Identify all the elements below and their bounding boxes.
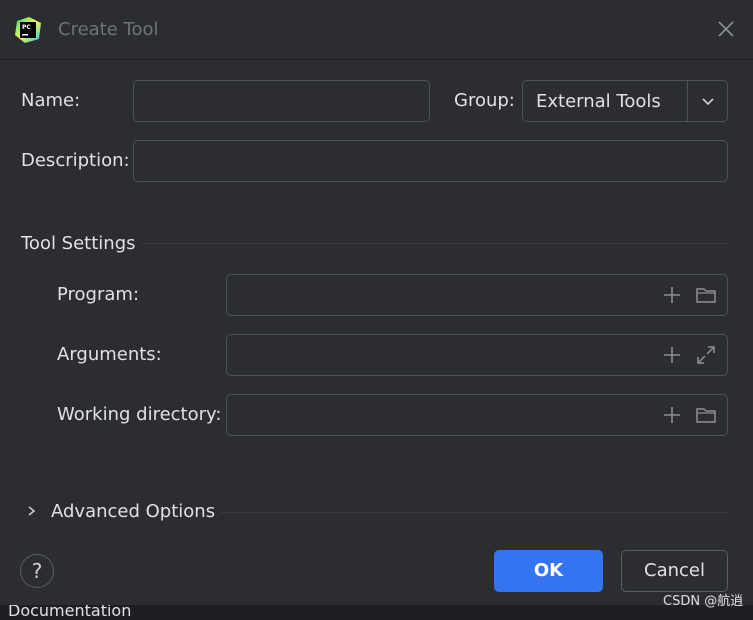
advanced-options-label: Advanced Options: [51, 501, 216, 522]
chevron-down-icon[interactable]: [699, 92, 717, 110]
advanced-divider: [221, 512, 728, 513]
working-directory-field[interactable]: [226, 394, 728, 436]
ok-button[interactable]: OK: [494, 550, 603, 592]
name-field[interactable]: [133, 80, 430, 122]
description-input[interactable]: [142, 147, 719, 175]
name-label: Name:: [21, 90, 81, 111]
arguments-label: Arguments:: [57, 344, 162, 365]
description-field[interactable]: [133, 140, 728, 182]
arguments-input[interactable]: [235, 341, 651, 369]
advanced-options-toggle[interactable]: Advanced Options: [22, 498, 222, 526]
help-button[interactable]: ?: [20, 554, 54, 588]
program-input[interactable]: [235, 281, 651, 309]
svg-text:PC: PC: [22, 24, 31, 31]
group-select[interactable]: External Tools: [522, 80, 728, 122]
dialog-titlebar: PC Create Tool: [0, 0, 753, 60]
close-icon[interactable]: [714, 17, 738, 41]
group-label: Group:: [454, 90, 515, 111]
name-input[interactable]: [142, 87, 421, 115]
description-label: Description:: [21, 150, 130, 171]
plus-icon[interactable]: [661, 404, 683, 426]
chevron-right-icon: [28, 506, 36, 516]
expand-icon[interactable]: [695, 344, 717, 366]
group-select-value: External Tools: [536, 91, 661, 112]
arguments-field[interactable]: [226, 334, 728, 376]
watermark-text: CSDN @航逍: [663, 594, 744, 609]
folder-icon[interactable]: [695, 404, 717, 426]
program-label: Program:: [57, 284, 140, 305]
cancel-button[interactable]: Cancel: [621, 550, 728, 592]
working-directory-label: Working directory:: [57, 404, 222, 425]
section-divider: [141, 243, 728, 244]
plus-icon[interactable]: [661, 284, 683, 306]
plus-icon[interactable]: [661, 344, 683, 366]
pycharm-logo-icon: PC: [15, 17, 41, 43]
dialog-title: Create Tool: [58, 19, 159, 40]
create-tool-dialog: PC Create Tool Name: Group: External Too…: [0, 0, 753, 605]
select-divider: [687, 81, 688, 121]
folder-icon[interactable]: [695, 284, 717, 306]
working-directory-input[interactable]: [235, 401, 651, 429]
tool-settings-section-title: Tool Settings: [21, 233, 136, 254]
program-field[interactable]: [226, 274, 728, 316]
